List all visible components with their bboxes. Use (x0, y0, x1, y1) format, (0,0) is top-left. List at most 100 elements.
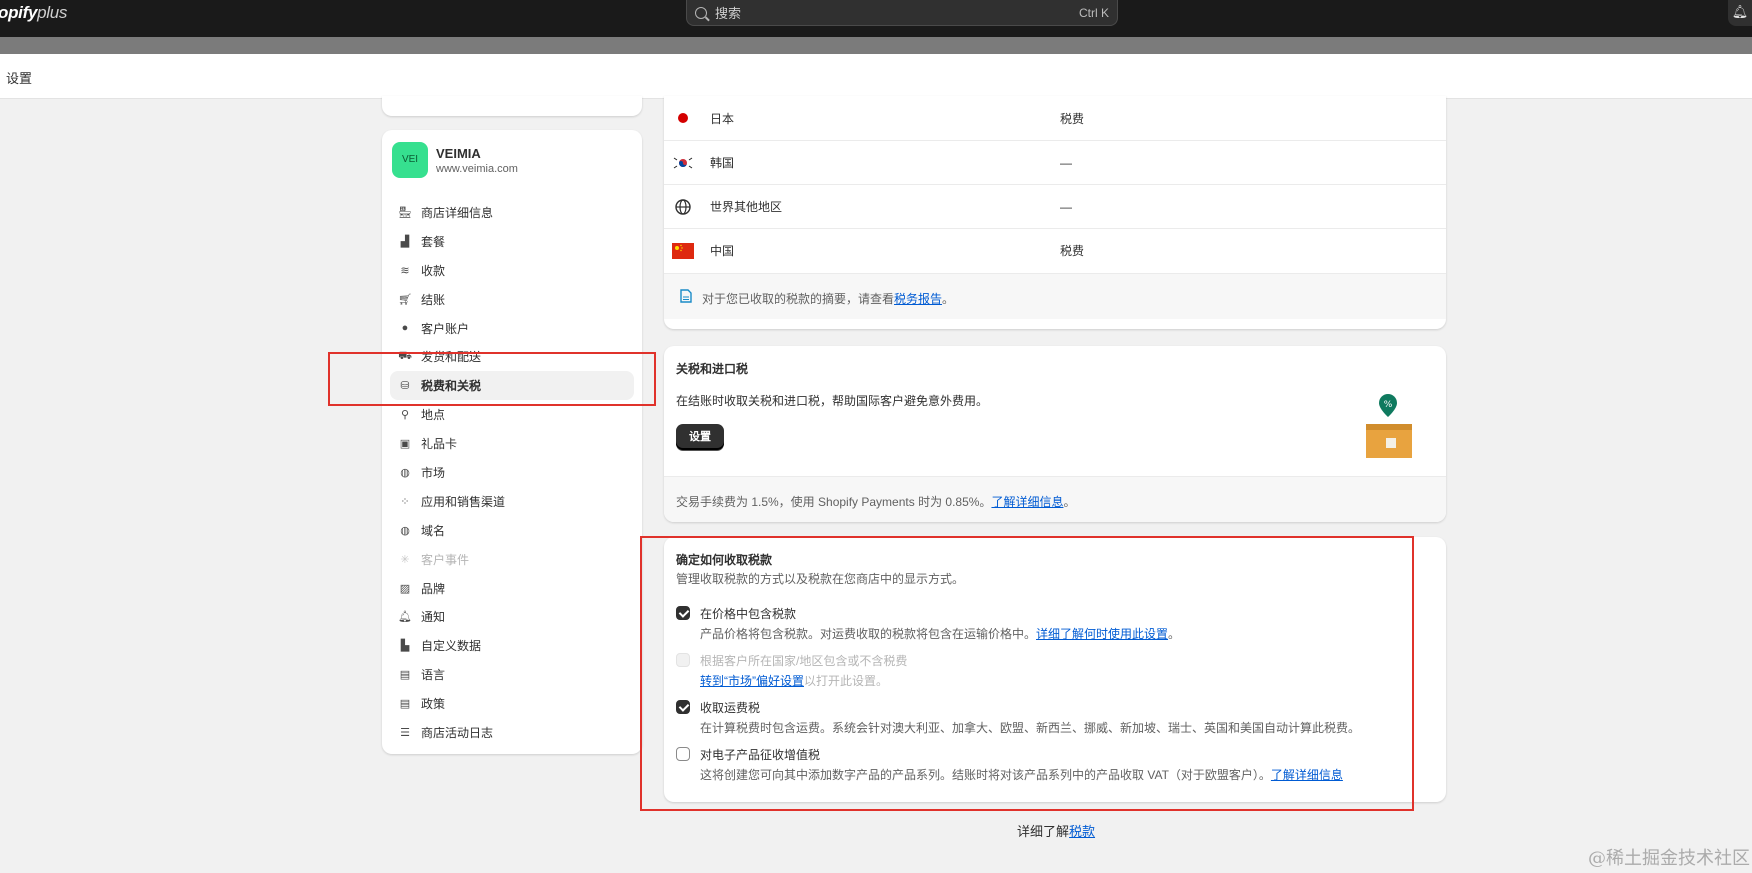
gift-card-icon: ▣ (399, 438, 411, 451)
globe-icon (675, 198, 691, 215)
learn-more-link[interactable]: 税款 (1069, 824, 1095, 839)
sidebar-item-label: 结账 (421, 292, 446, 307)
sidebar-item[interactable]: ▨ 品牌 (390, 574, 634, 603)
payments-icon: ≋ (400, 264, 410, 277)
store-info[interactable]: VEI VEIMIA www.veimia.com (392, 142, 518, 178)
japan-flag-icon (678, 113, 688, 123)
sidebar-item-label: 商店详细信息 (421, 205, 494, 220)
sidebar-item-label: 客户事件 (421, 552, 470, 567)
sidebar-item-label: 市场 (421, 465, 446, 480)
highlight-box-collection (640, 536, 1414, 811)
sidebar-item[interactable]: ≋ 收款 (390, 256, 634, 285)
shopify-plus-logo[interactable]: hopifyplus (0, 3, 67, 23)
cart-icon: 🛒︎ (398, 293, 412, 306)
duties-learn-link[interactable]: 了解详细信息 (991, 495, 1063, 509)
region-row[interactable]: 世界其他地区 — (664, 184, 1446, 228)
notifications-button[interactable]: 🔔︎ (1728, 0, 1752, 26)
sidebar-item[interactable]: ☰ 商店活动日志 (390, 718, 634, 747)
document-icon (680, 289, 692, 303)
sidebar-item-label: 自定义数据 (421, 639, 482, 654)
package-percent-icon: % (1366, 394, 1412, 458)
apps-icon: ⁘ (400, 495, 410, 508)
sidebar-item-label: 应用和销售渠道 (421, 494, 506, 509)
sidebar-item[interactable]: ◍ 域名 (390, 516, 634, 545)
sidebar-item-label: 政策 (421, 697, 446, 712)
duties-card: 关税和进口税 在结账时收取关税和进口税，帮助国际客户避免意外费用。 设置 % 交… (664, 346, 1446, 522)
bell-icon: 🔔︎ (1731, 4, 1749, 19)
region-row[interactable]: 韩国 — (664, 140, 1446, 184)
duties-footer: 交易手续费为 1.5%，使用 Shopify Payments 时为 0.85%… (664, 476, 1446, 522)
sidebar-item-label: 礼品卡 (421, 437, 458, 452)
duties-description: 在结账时收取关税和进口税，帮助国际客户避免意外费用。 (676, 394, 989, 408)
tax-regions-card: 日本 税费 韩国 — 世界其他地区 — 中国 税费 对于您已收取的税款的摘要，请… (664, 96, 1446, 329)
sidebar-item[interactable]: 🏪︎ 商店详细信息 (390, 198, 634, 227)
tax-report-link[interactable]: 税务报告 (894, 292, 942, 306)
duties-title: 关税和进口税 (676, 362, 749, 376)
overlay-strip (0, 37, 1752, 54)
settings-header: 设置 (0, 54, 1752, 99)
search-placeholder: 搜索 (715, 6, 742, 21)
brand-icon: ▨ (399, 582, 411, 595)
page-title: 设置 (6, 71, 33, 86)
sidebar-item[interactable]: 🔔︎ 通知 (390, 602, 634, 631)
learn-more-text: 详细了解 (1017, 824, 1070, 839)
region-value: 税费 (1060, 244, 1085, 258)
location-icon: ⚲ (400, 409, 410, 422)
region-value: — (1060, 199, 1072, 214)
china-flag-icon (672, 242, 694, 259)
watermark: @稀土掘金技术社区 (1588, 848, 1750, 869)
region-name: 日本 (710, 111, 735, 126)
person-icon: ● (401, 322, 409, 334)
region-name: 世界其他地区 (710, 200, 783, 214)
duties-fee-text: 交易手续费为 1.5%，使用 Shopify Payments 时为 0.85%… (676, 495, 992, 509)
store-url: www.veimia.com (436, 162, 518, 175)
sidebar-item[interactable]: ▤ 政策 (390, 689, 634, 718)
sidebar-item[interactable]: ● 客户账户 (390, 314, 634, 343)
sidebar-item[interactable]: ▟ 套餐 (390, 227, 634, 256)
region-name: 中国 (710, 244, 735, 258)
sidebar-item-label: 收款 (421, 263, 446, 278)
events-icon: ✳ (400, 553, 410, 566)
plan-icon: ▟ (400, 235, 410, 248)
sidebar-item-label: 商店活动日志 (421, 725, 494, 740)
sidebar-item[interactable]: ▙ 自定义数据 (390, 631, 634, 660)
sidebar-item-label: 套餐 (421, 234, 446, 249)
policy-icon: ▤ (399, 698, 411, 711)
settings-nav-card: VEI VEIMIA www.veimia.com 🏪︎ 商店详细信息 ▟ 套餐 ≋ 收款… (382, 130, 642, 754)
sidebar-item[interactable]: ◍ 市场 (390, 458, 634, 487)
store-name: VEIMIA (436, 145, 481, 161)
store-avatar: VEI (392, 142, 428, 178)
data-icon: ▙ (400, 640, 410, 653)
sidebar-item-label: 客户账户 (421, 321, 470, 336)
sidebar-item[interactable]: ▣ 礼品卡 (390, 429, 634, 458)
nav-card-top (382, 96, 642, 116)
globe-market-icon: ◍ (400, 466, 410, 479)
store-icon: 🏪︎ (398, 206, 412, 219)
tax-report-footer: 对于您已收取的税款的摘要，请查看税务报告。 (664, 273, 1446, 319)
duties-fee-end: 。 (1063, 495, 1076, 509)
sidebar-item[interactable]: ⁘ 应用和销售渠道 (390, 487, 634, 516)
region-row[interactable]: 中国 税费 (664, 228, 1446, 272)
search-shortcut: Ctrl K (1079, 5, 1109, 20)
domain-globe-icon: ◍ (400, 524, 410, 537)
sidebar-item-label: 通知 (421, 610, 446, 625)
tax-report-text: 对于您已收取的税款的摘要，请查看 (702, 292, 895, 306)
sidebar-item-label: 语言 (421, 668, 446, 683)
search-icon (695, 6, 707, 19)
list-icon: ☰ (400, 726, 410, 739)
search-bar[interactable]: 搜索 Ctrl K (686, 0, 1118, 26)
duties-setup-button[interactable]: 设置 (676, 424, 724, 450)
logo-plus: plus (37, 3, 68, 22)
sidebar-item[interactable]: 🛒︎ 结账 (390, 285, 634, 314)
region-row[interactable]: 日本 税费 (664, 96, 1446, 140)
language-icon: ▤ (399, 669, 411, 682)
sidebar-item-label: 域名 (421, 523, 446, 538)
region-value: 税费 (1060, 111, 1085, 126)
region-value: — (1060, 155, 1072, 170)
logo-text: opify (0, 3, 38, 22)
highlight-box-nav (328, 352, 656, 406)
learn-more-taxes: 详细了解税款 (1017, 821, 1095, 840)
svg-text:%: % (1384, 400, 1393, 410)
sidebar-item: ✳ 客户事件 (390, 545, 634, 574)
sidebar-item[interactable]: ▤ 语言 (390, 660, 634, 689)
